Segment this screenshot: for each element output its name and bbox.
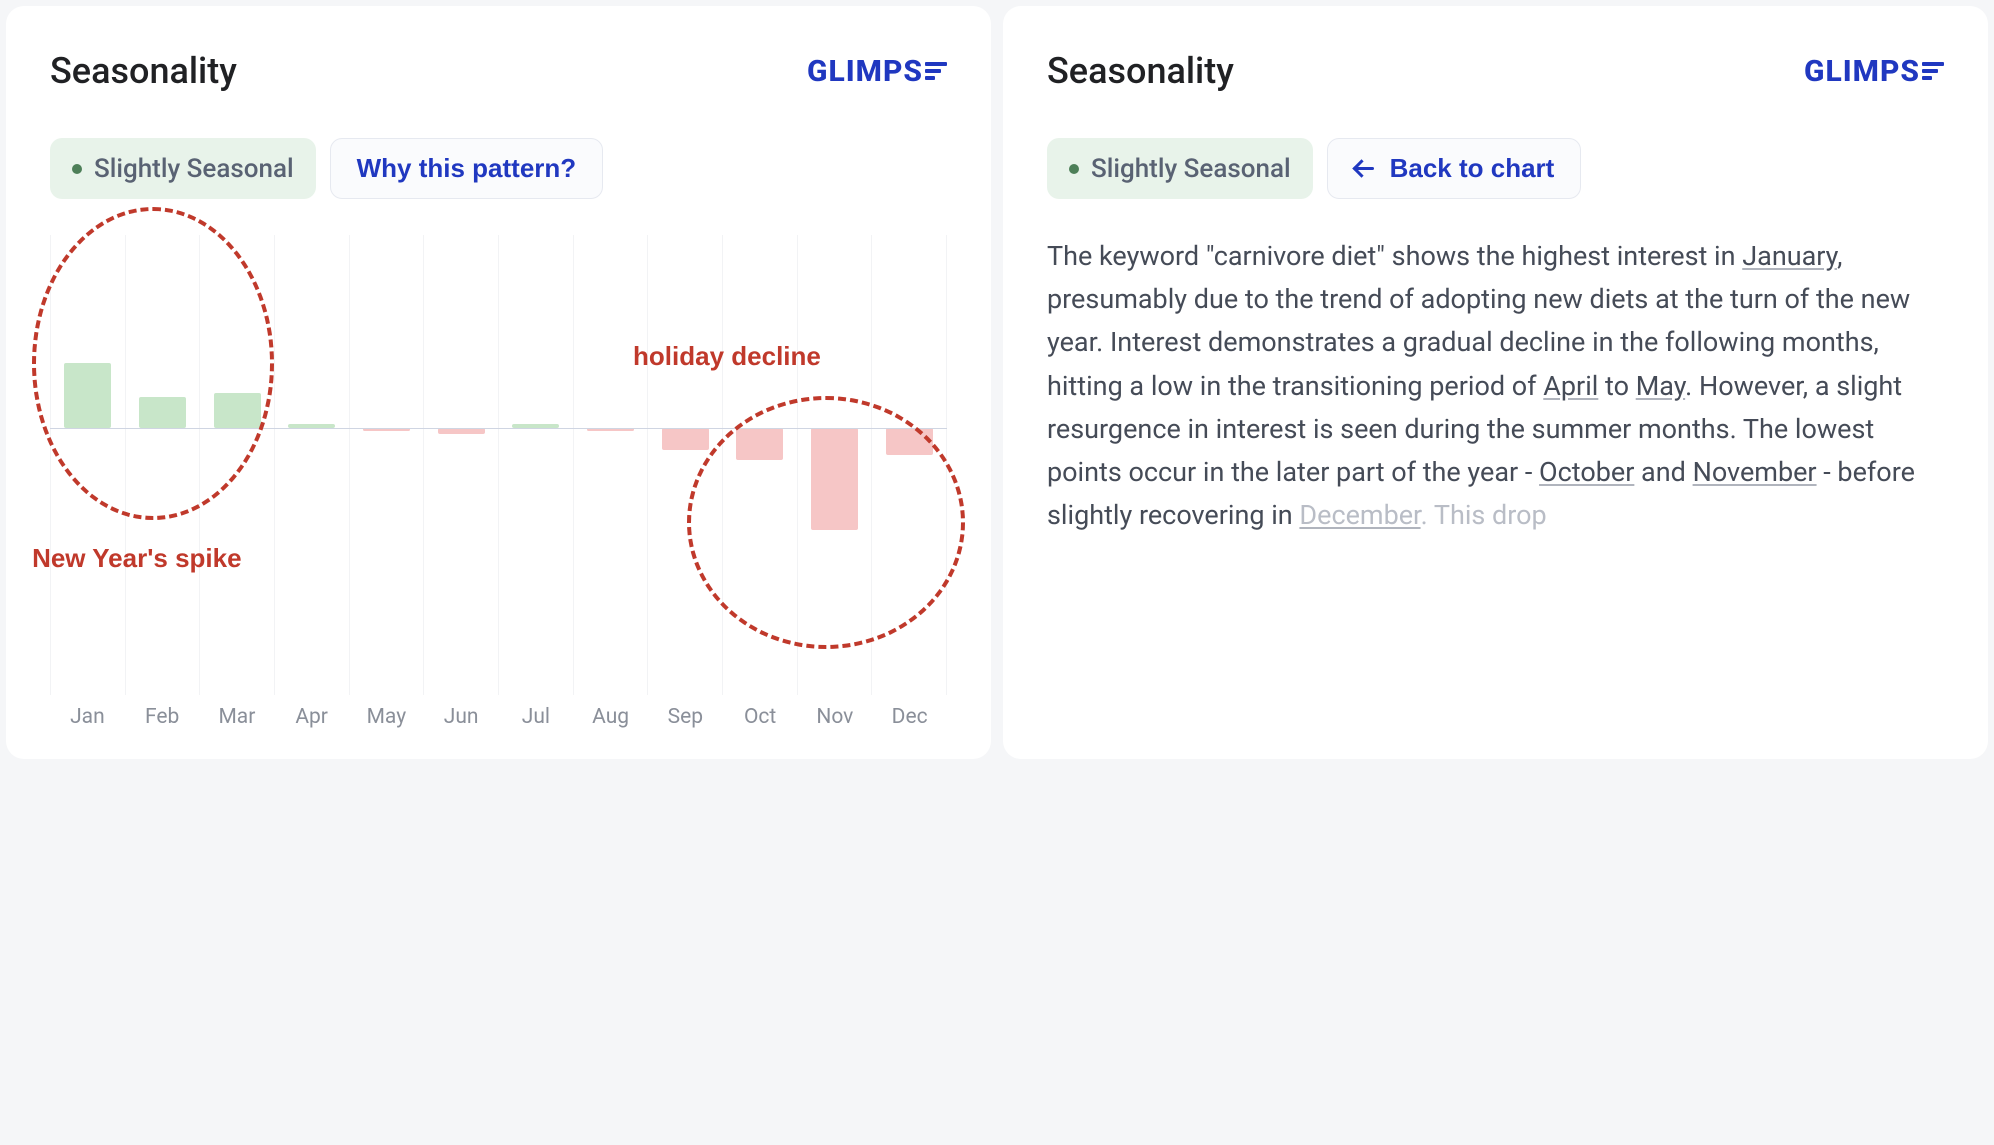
seasonality-chart-card: Seasonality GLIMPS Slightly Seasonal Why…	[6, 6, 991, 759]
x-axis-label: May	[349, 705, 424, 729]
badge-label: Slightly Seasonal	[1091, 154, 1291, 184]
x-axis-label: Oct	[723, 705, 798, 729]
chart-bar	[886, 428, 933, 455]
why-this-pattern-button[interactable]: Why this pattern?	[330, 138, 604, 199]
text: The keyword "carnivore diet" shows the h…	[1047, 240, 1742, 272]
chart-column	[797, 235, 872, 695]
back-to-chart-button[interactable]: Back to chart	[1327, 138, 1582, 199]
text: . This drop	[1421, 499, 1547, 531]
seasonality-badge: Slightly Seasonal	[50, 138, 316, 199]
chart-column	[871, 235, 947, 695]
card-title: Seasonality	[1047, 50, 1234, 92]
controls-row: Slightly Seasonal Why this pattern?	[50, 138, 947, 199]
chart-column	[50, 235, 125, 695]
annotation-label-holiday: holiday decline	[633, 341, 821, 372]
chart-baseline	[50, 428, 947, 429]
badge-dot-icon	[72, 164, 82, 174]
brand-logo: GLIMPS	[1804, 54, 1944, 89]
chart-column	[199, 235, 274, 695]
x-axis-label: Jul	[499, 705, 574, 729]
x-axis-label: Mar	[200, 705, 275, 729]
text: to	[1598, 370, 1635, 402]
brand-text: GLIMPS	[807, 54, 923, 89]
chart-column	[722, 235, 797, 695]
chart-column	[274, 235, 349, 695]
card-header: Seasonality GLIMPS	[1047, 50, 1944, 92]
chart-bar	[811, 428, 858, 529]
highlight-november: November	[1693, 456, 1817, 488]
highlight-april: April	[1543, 370, 1598, 402]
highlight-december: December	[1299, 499, 1420, 531]
button-label: Why this pattern?	[357, 153, 577, 184]
x-axis-label: Feb	[125, 705, 200, 729]
highlight-october: October	[1539, 456, 1634, 488]
button-label: Back to chart	[1390, 153, 1555, 184]
brand-text: GLIMPS	[1804, 54, 1920, 89]
chart-column	[573, 235, 648, 695]
x-axis-label: Nov	[798, 705, 873, 729]
arrow-left-icon	[1354, 158, 1376, 180]
explanation-text: The keyword "carnivore diet" shows the h…	[1047, 235, 1944, 537]
chart-bar	[64, 363, 111, 429]
badge-label: Slightly Seasonal	[94, 154, 294, 184]
card-header: Seasonality GLIMPS	[50, 50, 947, 92]
brand-logo: GLIMPS	[807, 54, 947, 89]
x-axis-label: Sep	[648, 705, 723, 729]
chart-bar	[736, 428, 783, 460]
x-axis-label: Jun	[424, 705, 499, 729]
seasonality-explain-card: Seasonality GLIMPS Slightly Seasonal Bac…	[1003, 6, 1988, 759]
chart-x-axis: JanFebMarAprMayJunJulAugSepOctNovDec	[50, 705, 947, 729]
x-axis-label: Dec	[872, 705, 947, 729]
badge-dot-icon	[1069, 164, 1079, 174]
chart-grid	[50, 235, 947, 695]
chart-bar	[139, 397, 186, 428]
highlight-may: May	[1636, 370, 1685, 402]
highlight-january: January	[1742, 240, 1837, 272]
seasonality-bar-chart: New Year's spike holiday decline	[50, 235, 947, 695]
text: and	[1634, 456, 1692, 488]
logo-lines-icon	[925, 62, 947, 80]
card-title: Seasonality	[50, 50, 237, 92]
annotation-label-newyear: New Year's spike	[32, 543, 242, 574]
seasonality-badge: Slightly Seasonal	[1047, 138, 1313, 199]
chart-column	[423, 235, 498, 695]
x-axis-label: Aug	[573, 705, 648, 729]
logo-lines-icon	[1922, 62, 1944, 80]
chart-column	[125, 235, 200, 695]
x-axis-label: Apr	[274, 705, 349, 729]
chart-column	[349, 235, 424, 695]
chart-column	[498, 235, 573, 695]
controls-row: Slightly Seasonal Back to chart	[1047, 138, 1944, 199]
chart-bar	[214, 393, 261, 428]
chart-column	[647, 235, 722, 695]
x-axis-label: Jan	[50, 705, 125, 729]
chart-bar	[662, 428, 709, 449]
